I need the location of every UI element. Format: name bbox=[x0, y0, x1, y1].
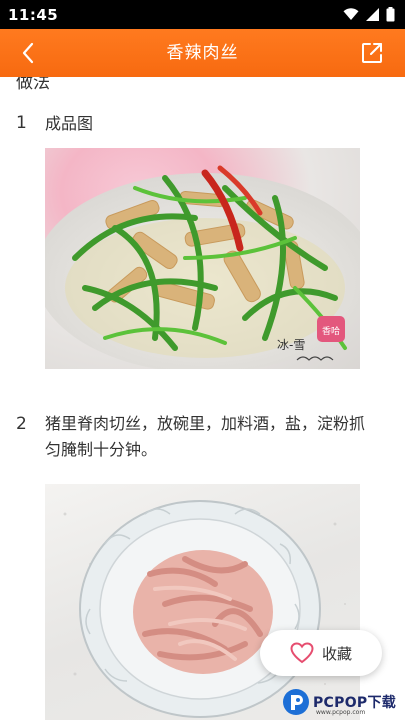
heart-icon bbox=[290, 642, 314, 664]
back-button[interactable] bbox=[14, 39, 42, 67]
pcpop-watermark: PCPOP下载 www.pcpop.com bbox=[281, 683, 405, 720]
header-bar: 香辣肉丝 bbox=[0, 29, 405, 77]
page-title: 香辣肉丝 bbox=[166, 43, 239, 63]
battery-icon bbox=[386, 7, 395, 22]
recipe-content[interactable]: 做法 1 成品图 香哈 冰-雪 2 猪里脊肉切丝，放碗里，加料酒，盐，淀粉抓匀腌… bbox=[0, 77, 405, 720]
step-text: 成品图 bbox=[45, 114, 94, 133]
photo-badge: 香哈 bbox=[322, 325, 340, 337]
share-button[interactable] bbox=[359, 40, 385, 66]
signal-icon bbox=[366, 8, 379, 21]
pcpop-url: www.pcpop.com bbox=[316, 709, 366, 716]
favorite-button[interactable]: 收藏 bbox=[260, 630, 382, 676]
method-heading: 做法 bbox=[16, 77, 50, 93]
status-icons bbox=[343, 7, 395, 22]
favorite-label: 收藏 bbox=[321, 644, 352, 663]
wifi-icon bbox=[343, 8, 359, 20]
step-number: 1 bbox=[16, 113, 27, 133]
share-icon bbox=[362, 43, 382, 63]
recipe-screen: 11:45 香辣肉丝 做法 1 成品图 香哈 冰-雪 2 猪里脊肉切丝，放碗里，… bbox=[0, 0, 405, 720]
finished-dish-image: 香哈 冰-雪 bbox=[45, 165, 360, 369]
step-number: 2 bbox=[16, 414, 27, 434]
photo-watermark: 冰-雪 bbox=[277, 338, 305, 352]
pcpop-logo-icon bbox=[283, 688, 309, 715]
status-time: 11:45 bbox=[8, 5, 59, 24]
chevron-left-icon bbox=[22, 42, 34, 64]
step-text: 猪里脊肉切丝，放碗里，加料酒，盐，淀粉抓匀腌制十分钟。 bbox=[45, 414, 366, 459]
status-bar: 11:45 bbox=[0, 0, 405, 29]
step-photo-finished-dish[interactable]: 香哈 冰-雪 bbox=[45, 148, 360, 369]
